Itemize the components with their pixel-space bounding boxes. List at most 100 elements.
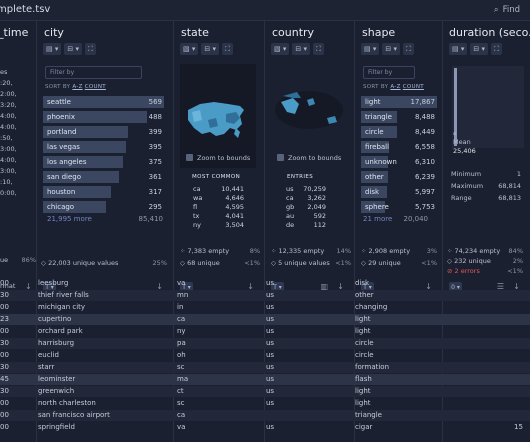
city-bar-row[interactable]: seattle 569 <box>43 96 164 108</box>
table-row[interactable]: 00 michigan city in us changing <box>0 302 530 313</box>
table-row[interactable]: 30 starr sc us formation <box>0 362 530 373</box>
table-row[interactable]: 00 north charleston sc us light <box>0 398 530 409</box>
shape-bar-label: light <box>365 98 381 106</box>
column-header-state[interactable]: state <box>181 26 209 39</box>
map-type-menu-button[interactable]: ▧ ▾ <box>271 43 290 55</box>
state-zoom-to-bounds-checkbox[interactable]: Zoom to bounds <box>186 154 250 162</box>
expand-icon[interactable]: ⛶ <box>312 43 324 55</box>
column-header-country[interactable]: country <box>272 26 314 39</box>
city-bar-row[interactable]: houston 317 <box>43 186 164 198</box>
country-entry-value: 3,262 <box>307 194 326 202</box>
type-menu-button[interactable]: ▤ ▾ <box>449 43 468 55</box>
cell-country: us <box>266 291 275 299</box>
table-row[interactable]: 30 thief river falls mn us other <box>0 290 530 301</box>
expand-icon[interactable]: ⛶ <box>221 43 233 55</box>
histogram-area[interactable] <box>452 66 524 148</box>
cell-country: us <box>266 423 275 431</box>
table-row[interactable]: 00 leesburg va us disk <box>0 278 530 289</box>
map-type-menu-button[interactable]: ▧ ▾ <box>180 43 199 55</box>
city-sort-by[interactable]: SORT BY A-Z COUNT <box>45 84 106 90</box>
cell-country: us <box>266 387 275 395</box>
column-header-duration[interactable]: duration (seco... <box>449 26 530 39</box>
view-menu-button[interactable]: ⊟ ▾ <box>292 43 310 55</box>
cell-state: in <box>177 303 184 311</box>
table-row[interactable]: 00 springfield va us cigar 15 <box>0 422 530 433</box>
city-bar-row[interactable]: los angeles 375 <box>43 156 164 168</box>
shape-bar-row[interactable]: other 6,239 <box>361 171 437 183</box>
shape-sort-by[interactable]: SORT BY A-Z COUNT <box>363 84 424 90</box>
type-menu-button[interactable]: ▤ ▾ <box>43 43 62 55</box>
duration-stat-value: 68,814 <box>498 182 521 190</box>
shape-bar-row[interactable]: light 17,867 <box>361 96 437 108</box>
column-header-city[interactable]: city <box>44 26 64 39</box>
cell-t: 23 <box>0 315 9 323</box>
shape-filter-input[interactable]: Filter by <box>363 66 415 79</box>
expand-icon[interactable]: ⛶ <box>84 43 96 55</box>
shape-bar-label: sphere <box>365 203 389 211</box>
column-header-shape[interactable]: shape <box>362 26 395 39</box>
city-bar-label: houston <box>47 188 76 196</box>
empty-icon: ⁘ <box>271 247 279 255</box>
table-row[interactable]: 00 euclid oh us circle <box>0 350 530 361</box>
shape-bar-label: other <box>365 173 384 181</box>
cell-shape: flash <box>355 375 372 383</box>
cell-state: ma <box>177 375 189 383</box>
country-zoom-to-bounds-checkbox[interactable]: Zoom to bounds <box>277 154 341 162</box>
view-menu-button[interactable]: ⊟ ▾ <box>382 43 400 55</box>
expand-icon[interactable]: ⛶ <box>490 43 502 55</box>
cell-shape: light <box>355 399 371 407</box>
cell-t: 30 <box>0 363 9 371</box>
find-button[interactable]: ⌕ Find <box>494 5 520 15</box>
shape-bar-row[interactable]: unknown 6,310 <box>361 156 437 168</box>
duration-unique: ◇ 232 unique 2% <box>447 257 523 265</box>
state-common-value: 10,441 <box>221 185 244 193</box>
city-bar-row[interactable]: portland 399 <box>43 126 164 138</box>
table-row[interactable]: 45 leominster ma us flash <box>0 374 530 385</box>
time-value: 4:00, <box>0 156 17 164</box>
table-row[interactable]: 30 harrisburg pa us circle <box>0 338 530 349</box>
city-bar-value: 395 <box>148 143 162 151</box>
country-entry-key: ca <box>286 194 294 202</box>
cell-shape: formation <box>355 363 390 371</box>
cell-city: starr <box>38 363 55 371</box>
shape-more-link[interactable]: 21 more <box>363 215 392 223</box>
state-common-key: ny <box>193 221 201 229</box>
world-map[interactable] <box>271 64 347 168</box>
expand-icon[interactable]: ⛶ <box>402 43 414 55</box>
cell-t: 00 <box>0 327 9 335</box>
city-bar-label: las vegas <box>47 143 80 151</box>
city-bar-row[interactable]: las vegas 395 <box>43 141 164 153</box>
city-bar-row[interactable]: chicago 295 <box>43 201 164 213</box>
table-row[interactable]: 30 greenwich ct us light <box>0 386 530 397</box>
shape-bar-row[interactable]: disk 5,997 <box>361 186 437 198</box>
shape-bar-row[interactable]: sphere 5,753 <box>361 201 437 213</box>
cell-state: sc <box>177 363 185 371</box>
table-row[interactable]: 00 san francisco airport ca triangle <box>0 410 530 421</box>
type-menu-button[interactable]: ▤ ▾ <box>361 43 380 55</box>
city-bar-row[interactable]: san diego 361 <box>43 171 164 183</box>
cell-t: 00 <box>0 351 9 359</box>
view-menu-button[interactable]: ⊟ ▾ <box>64 43 82 55</box>
cell-city: north charleston <box>38 399 96 407</box>
city-bar-label: phoenix <box>47 113 75 121</box>
most-common-header: MOST COMMON <box>192 174 241 180</box>
table-row[interactable]: 23 cupertino ca us light <box>0 314 530 325</box>
view-menu-button[interactable]: ⊟ ▾ <box>201 43 219 55</box>
state-unique: ◇ 68 unique <1% <box>180 259 260 267</box>
cell-country: us <box>266 315 275 323</box>
shape-bar-row[interactable]: triangle 8,488 <box>361 111 437 123</box>
time-value: 3:00, <box>0 167 17 175</box>
shape-bar-value: 8,488 <box>414 113 435 121</box>
table-row[interactable]: 00 orchard park ny us light <box>0 326 530 337</box>
duration-errors[interactable]: ⊘ 2 errors <1% <box>447 267 523 275</box>
city-more-link[interactable]: 21,995 more <box>47 215 92 223</box>
us-map[interactable] <box>180 64 256 168</box>
city-bar-value: 375 <box>148 158 162 166</box>
city-filter-input[interactable]: Filter by <box>45 66 142 79</box>
city-bar-row[interactable]: phoenix 488 <box>43 111 164 123</box>
shape-bar-row[interactable]: fireball 6,558 <box>361 141 437 153</box>
column-header-time[interactable]: _time <box>0 26 28 39</box>
shape-bar-row[interactable]: circle 8,449 <box>361 126 437 138</box>
cell-t: 45 <box>0 375 9 383</box>
view-menu-button[interactable]: ⊟ ▾ <box>470 43 488 55</box>
